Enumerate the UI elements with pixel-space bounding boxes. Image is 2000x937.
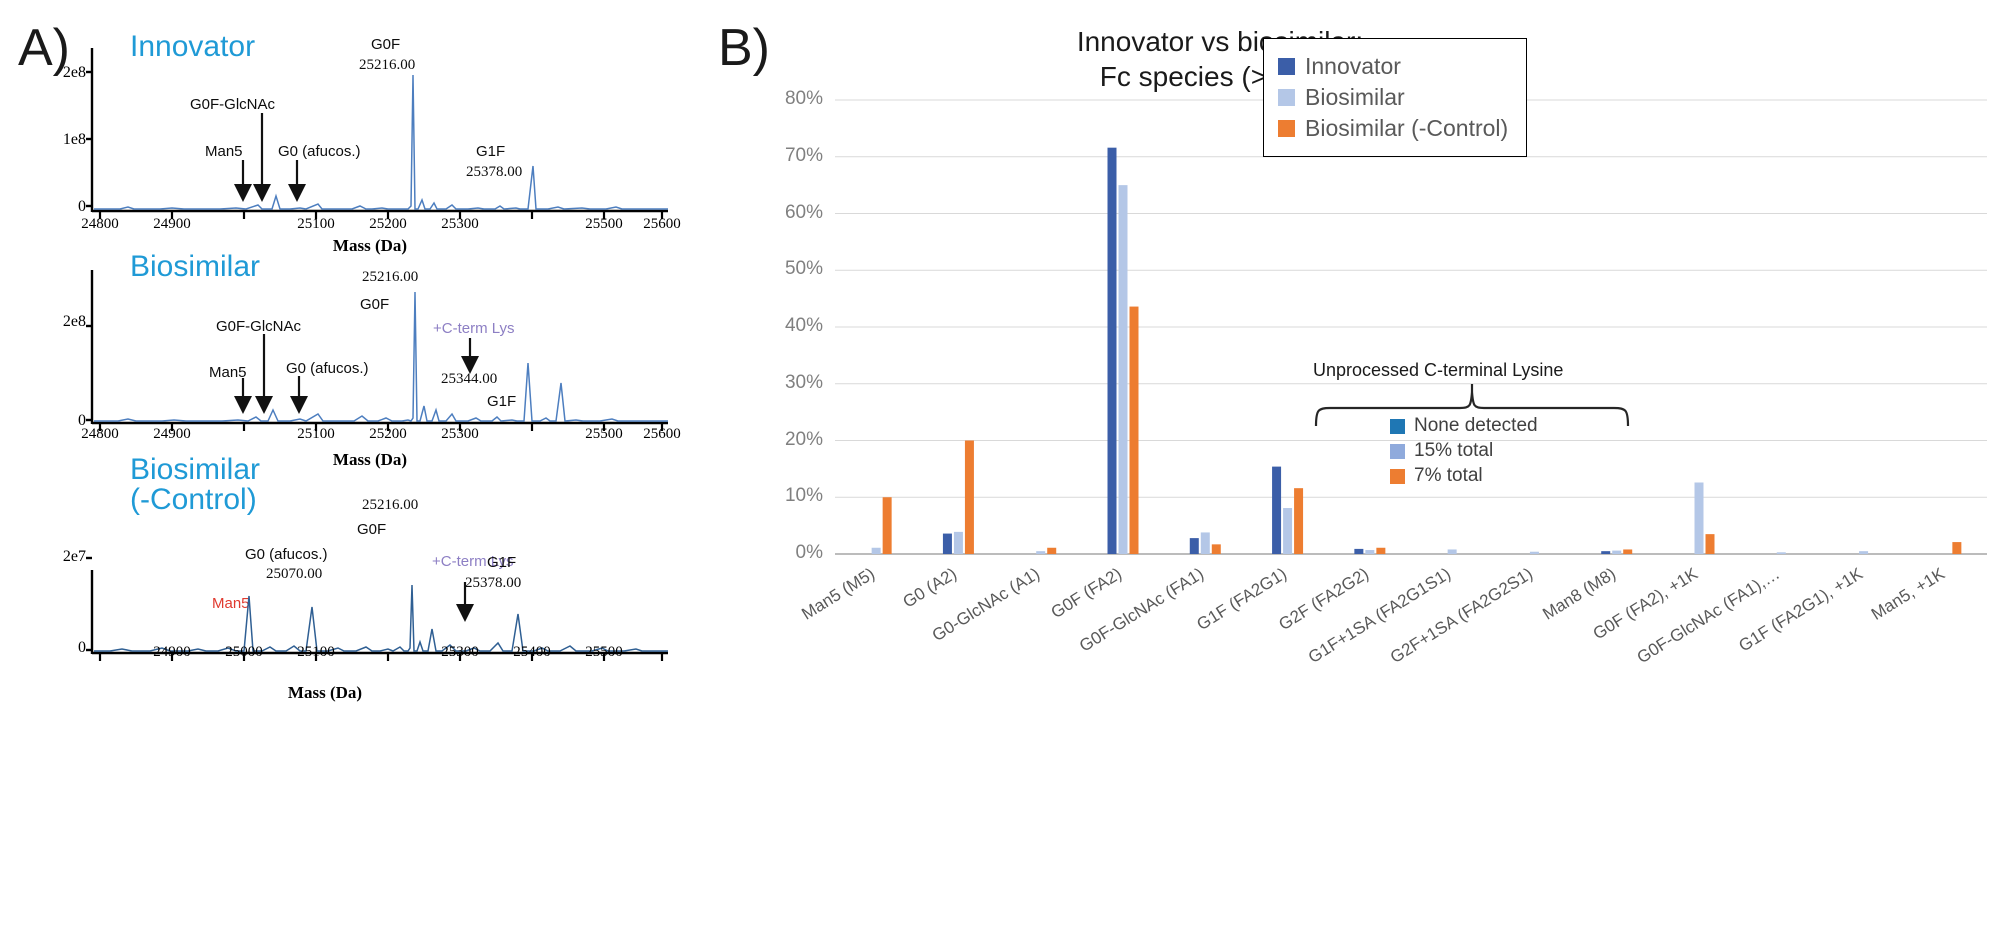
brace-label-unprocessed-lysine: Unprocessed C-terminal Lysine: [1313, 360, 1564, 380]
y-axis-tick-label: 0%: [795, 542, 823, 563]
legend-label-15-total: 15% total: [1414, 440, 1494, 461]
bar: [1036, 551, 1046, 554]
category-label: G1F+1SA (FA2G1S1): [1305, 564, 1455, 667]
y-axis-tick-label: 80%: [784, 88, 823, 109]
bar: [1376, 547, 1386, 554]
legend-swatch-none-detected: [1390, 418, 1405, 434]
y-axis-tick-label: 40%: [784, 315, 823, 336]
category-label: G0 (A2): [899, 564, 961, 612]
legend-label-none-detected: None detected: [1414, 415, 1538, 436]
category-label: Man5 (M5): [798, 564, 879, 624]
x-tick-25400-c: 25400: [513, 644, 551, 660]
legend-item-none-detected: None detected: [1390, 415, 1538, 437]
x-tick-25600-b: 25600: [643, 426, 681, 442]
panel-b: B) Innovator vs biosimilar: Fc species (…: [700, 0, 2000, 937]
bar: [1623, 549, 1633, 554]
x-tick-24900-b: 24900: [153, 426, 191, 442]
bar: [1272, 466, 1282, 554]
legend-swatch-15-total: [1390, 443, 1405, 459]
bar: [1447, 549, 1457, 554]
x-tick-25300-c: 25300: [441, 644, 479, 660]
y-axis-tick-label: 70%: [784, 144, 823, 166]
legend-swatch-biosimilar-control: [1278, 120, 1295, 137]
y-axis-tick-label: 50%: [784, 258, 823, 280]
bar: [1354, 548, 1364, 554]
x-tick-25100-c: 25100: [297, 644, 335, 660]
legend-label-innovator: Innovator: [1305, 53, 1401, 79]
bar: [882, 497, 892, 554]
legend-item-biosimilar-control: Biosimilar (-Control): [1278, 115, 1508, 142]
x-tick-25100: 25100: [297, 216, 335, 232]
legend-secondary: None detected 15% total 7% total: [1390, 412, 1538, 490]
legend-item-7-total: 7% total: [1390, 465, 1538, 487]
legend-swatch-biosimilar: [1278, 89, 1295, 106]
bar: [871, 547, 881, 554]
panel-b-letter: B): [718, 19, 770, 77]
bar: [964, 440, 974, 554]
x-tick-25200-b: 25200: [369, 426, 407, 442]
x-tick-25600: 25600: [643, 216, 681, 232]
legend-swatch-innovator: [1278, 58, 1295, 75]
legend-item-biosimilar: Biosimilar: [1278, 84, 1508, 111]
legend-swatch-7-total: [1390, 468, 1405, 484]
x-tick-25300-b: 25300: [441, 426, 479, 442]
legend-main: Innovator Biosimilar Biosimilar (-Contro…: [1263, 38, 1528, 157]
legend-item-15-total: 15% total: [1390, 440, 1538, 462]
bar: [1612, 550, 1622, 554]
x-tick-24900-c: 24900: [153, 644, 191, 660]
bar: [1859, 551, 1869, 554]
bar: [1211, 544, 1221, 554]
x-tick-24800-b: 24800: [81, 426, 119, 442]
bar: [1118, 185, 1128, 554]
category-label: G1F (FA2G1): [1193, 564, 1290, 635]
bar: [1694, 482, 1704, 554]
category-label: G0F-GlcNAc (FA1),…: [1633, 564, 1784, 668]
bar: [1365, 550, 1375, 554]
x-tick-25500-c: 25500: [585, 644, 623, 660]
x-tick-24800: 24800: [81, 216, 119, 232]
bar: [1529, 551, 1539, 554]
x-tick-25100-b: 25100: [297, 426, 335, 442]
spectrum-innovator-plot: [86, 48, 668, 219]
legend-item-innovator: Innovator: [1278, 53, 1508, 80]
bar: [1129, 306, 1139, 554]
y-axis-tick-label: 30%: [784, 371, 823, 393]
bar: [1952, 542, 1962, 554]
x-tick-24900: 24900: [153, 216, 191, 232]
y-axis-tick-label: 20%: [784, 428, 823, 450]
legend-label-biosimilar: Biosimilar: [1305, 84, 1405, 110]
bar: [1047, 547, 1057, 554]
category-label: G2F+1SA (FA2G2S1): [1387, 564, 1537, 667]
legend-label-7-total: 7% total: [1414, 465, 1483, 486]
bar: [1601, 551, 1611, 554]
bar: [1200, 532, 1210, 554]
bar: [942, 533, 952, 554]
x-axis-title-2: Mass (Da): [332, 450, 408, 469]
bar: [953, 531, 963, 554]
category-label: G0F (FA2): [1047, 564, 1126, 623]
category-label: Man5, +1K: [1867, 564, 1948, 624]
x-tick-25200: 25200: [369, 216, 407, 232]
y-axis-tick-label: 10%: [784, 485, 823, 507]
x-tick-25000-c: 25000: [225, 644, 263, 660]
bar: [1776, 552, 1786, 554]
bar: [1705, 534, 1715, 554]
legend-label-biosimilar-control: Biosimilar (-Control): [1305, 115, 1509, 141]
bar: [1189, 538, 1199, 554]
bar: [1294, 488, 1304, 554]
x-axis-title-3: Mass (Da): [287, 683, 363, 702]
bar: [1107, 147, 1117, 555]
bar: [1283, 508, 1293, 554]
x-tick-25300: 25300: [441, 216, 479, 232]
panel-a: A) Innovator 2e8 1e8 0 G0F 25216.00 G0F-…: [0, 0, 700, 937]
y-axis-tick-label: 60%: [784, 201, 823, 223]
